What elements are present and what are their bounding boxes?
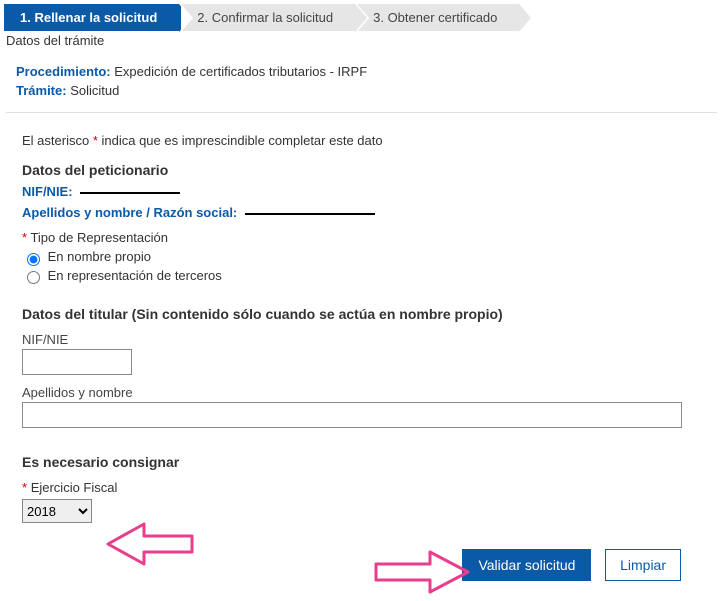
step-2[interactable]: 2. Confirmar la solicitud <box>181 4 355 31</box>
radio-nombre-propio-label: En nombre propio <box>48 249 151 264</box>
tipo-representacion-label: Tipo de Representación <box>30 230 168 245</box>
heading-consignar: Es necesario consignar <box>22 454 701 470</box>
heading-peticionario: Datos del peticionario <box>22 162 701 178</box>
tramite-label: Trámite: <box>16 83 67 98</box>
procedimiento-label: Procedimiento: <box>16 64 111 79</box>
ejercicio-fiscal-select[interactable]: 2018 <box>22 499 92 523</box>
titular-nif-input[interactable] <box>22 349 132 375</box>
radio-representacion-terceros-label: En representación de terceros <box>48 268 222 283</box>
radio-nombre-propio[interactable] <box>27 253 40 266</box>
annotation-arrow-left-icon <box>104 522 194 566</box>
titular-nif-label: NIF/NIE <box>22 332 701 347</box>
tramite-box: Procedimiento: Expedición de certificado… <box>6 52 717 113</box>
heading-titular: Datos del titular (Sin contenido sólo cu… <box>22 306 701 322</box>
limpiar-button[interactable]: Limpiar <box>605 549 681 581</box>
required-star-ejercicio: * <box>22 480 27 495</box>
titular-name-input[interactable] <box>22 402 682 428</box>
peticionario-name-value <box>245 213 375 215</box>
procedimiento-value: Expedición de certificados tributarios -… <box>114 64 367 79</box>
peticionario-nif-value <box>80 192 180 194</box>
titular-name-label: Apellidos y nombre <box>22 385 701 400</box>
section-title-tramite: Datos del trámite <box>6 33 723 48</box>
radio-representacion-terceros[interactable] <box>27 271 40 284</box>
tramite-value: Solicitud <box>70 83 119 98</box>
wizard-steps: 1. Rellenar la solicitud 2. Confirmar la… <box>4 4 723 31</box>
required-hint: El asterisco * indica que es imprescindi… <box>22 133 701 148</box>
step-3[interactable]: 3. Obtener certificado <box>357 4 519 31</box>
validar-solicitud-button[interactable]: Validar solicitud <box>462 549 591 581</box>
step-1[interactable]: 1. Rellenar la solicitud <box>4 4 179 31</box>
annotation-arrow-right-icon <box>372 550 472 594</box>
ejercicio-fiscal-label: Ejercicio Fiscal <box>31 480 118 495</box>
peticionario-nif-label: NIF/NIE: <box>22 184 73 199</box>
required-star-tipo: * <box>22 230 27 245</box>
peticionario-name-label: Apellidos y nombre / Razón social: <box>22 205 237 220</box>
